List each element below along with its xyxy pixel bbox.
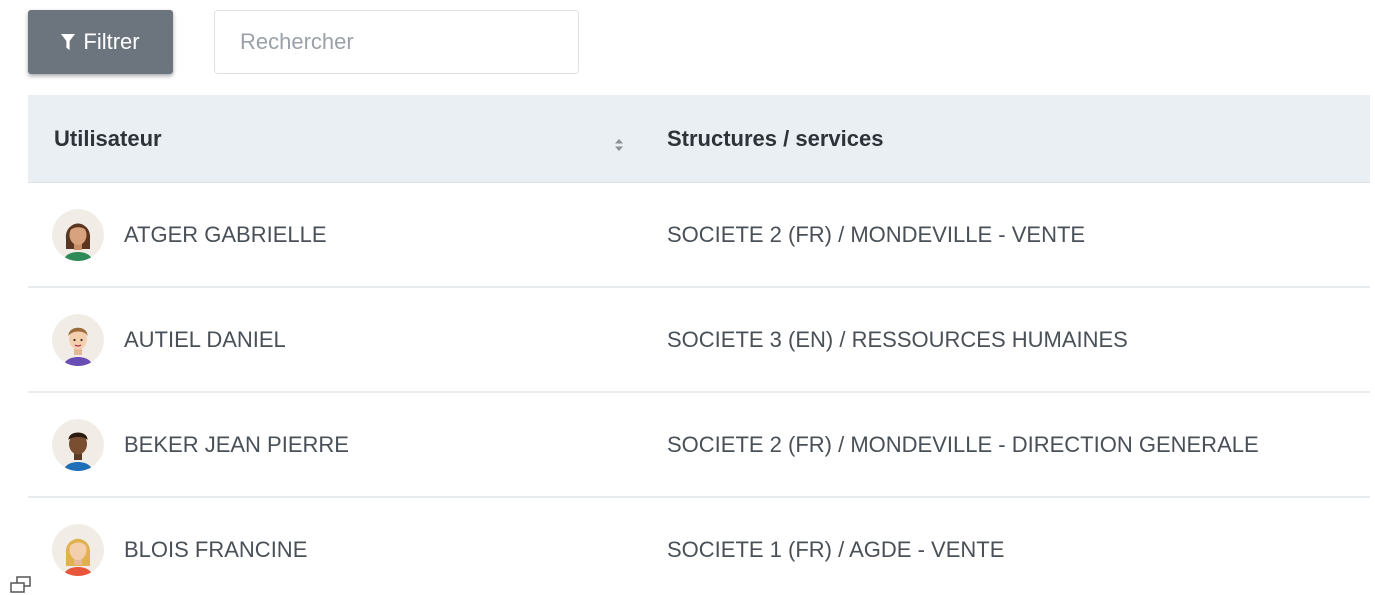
user-name[interactable]: BEKER JEAN PIERRE <box>124 432 349 458</box>
woman-dark-hair-avatar <box>52 208 104 261</box>
structure-cell: SOCIETE 1 (FR) / AGDE - VENTE <box>667 536 1005 562</box>
table-row[interactable]: AUTIEL DANIEL SOCIETE 3 (EN) / RESSOURCE… <box>28 288 1370 393</box>
table-row[interactable]: BLOIS FRANCINE SOCIETE 1 (FR) / AGDE - V… <box>28 498 1370 595</box>
column-header-structures: Structures / services <box>642 126 883 152</box>
structure-cell: SOCIETE 2 (FR) / MONDEVILLE - DIRECTION … <box>667 431 1259 457</box>
column-header-user-label: Utilisateur <box>54 125 162 151</box>
filter-button-label: Filtrer <box>83 29 140 54</box>
filter-button[interactable]: Filtrer <box>28 10 173 74</box>
user-cell: ATGER GABRIELLE <box>28 208 642 261</box>
user-list-page: Filtrer Utilisateur Structures / service… <box>0 0 1375 595</box>
user-name[interactable]: BLOIS FRANCINE <box>124 537 307 563</box>
table-row[interactable]: BEKER JEAN PIERRE SOCIETE 2 (FR) / MONDE… <box>28 393 1370 498</box>
user-cell: BEKER JEAN PIERRE <box>28 418 642 471</box>
column-header-structures-label: Structures / services <box>667 125 884 151</box>
users-table: Utilisateur Structures / services ATGER … <box>28 95 1370 595</box>
woman-blonde-avatar <box>52 523 104 576</box>
user-name[interactable]: AUTIEL DANIEL <box>124 327 286 353</box>
toolbar: Filtrer <box>28 10 579 74</box>
man-dark-skin-avatar <box>52 418 104 471</box>
table-header: Utilisateur Structures / services <box>28 95 1370 183</box>
user-cell: BLOIS FRANCINE <box>28 523 642 576</box>
structure-cell: SOCIETE 2 (FR) / MONDEVILLE - VENTE <box>667 221 1086 247</box>
user-name[interactable]: ATGER GABRIELLE <box>124 222 327 248</box>
window-restore-icon[interactable] <box>8 575 38 595</box>
table-row[interactable]: ATGER GABRIELLE SOCIETE 2 (FR) / MONDEVI… <box>28 183 1370 288</box>
man-light-hair-avatar <box>52 313 104 366</box>
user-cell: AUTIEL DANIEL <box>28 313 642 366</box>
column-header-user[interactable]: Utilisateur <box>28 126 642 152</box>
sort-icon[interactable] <box>614 132 624 151</box>
search-input[interactable] <box>214 10 579 74</box>
filter-icon <box>61 34 76 50</box>
structure-cell: SOCIETE 3 (EN) / RESSOURCES HUMAINES <box>667 326 1128 352</box>
